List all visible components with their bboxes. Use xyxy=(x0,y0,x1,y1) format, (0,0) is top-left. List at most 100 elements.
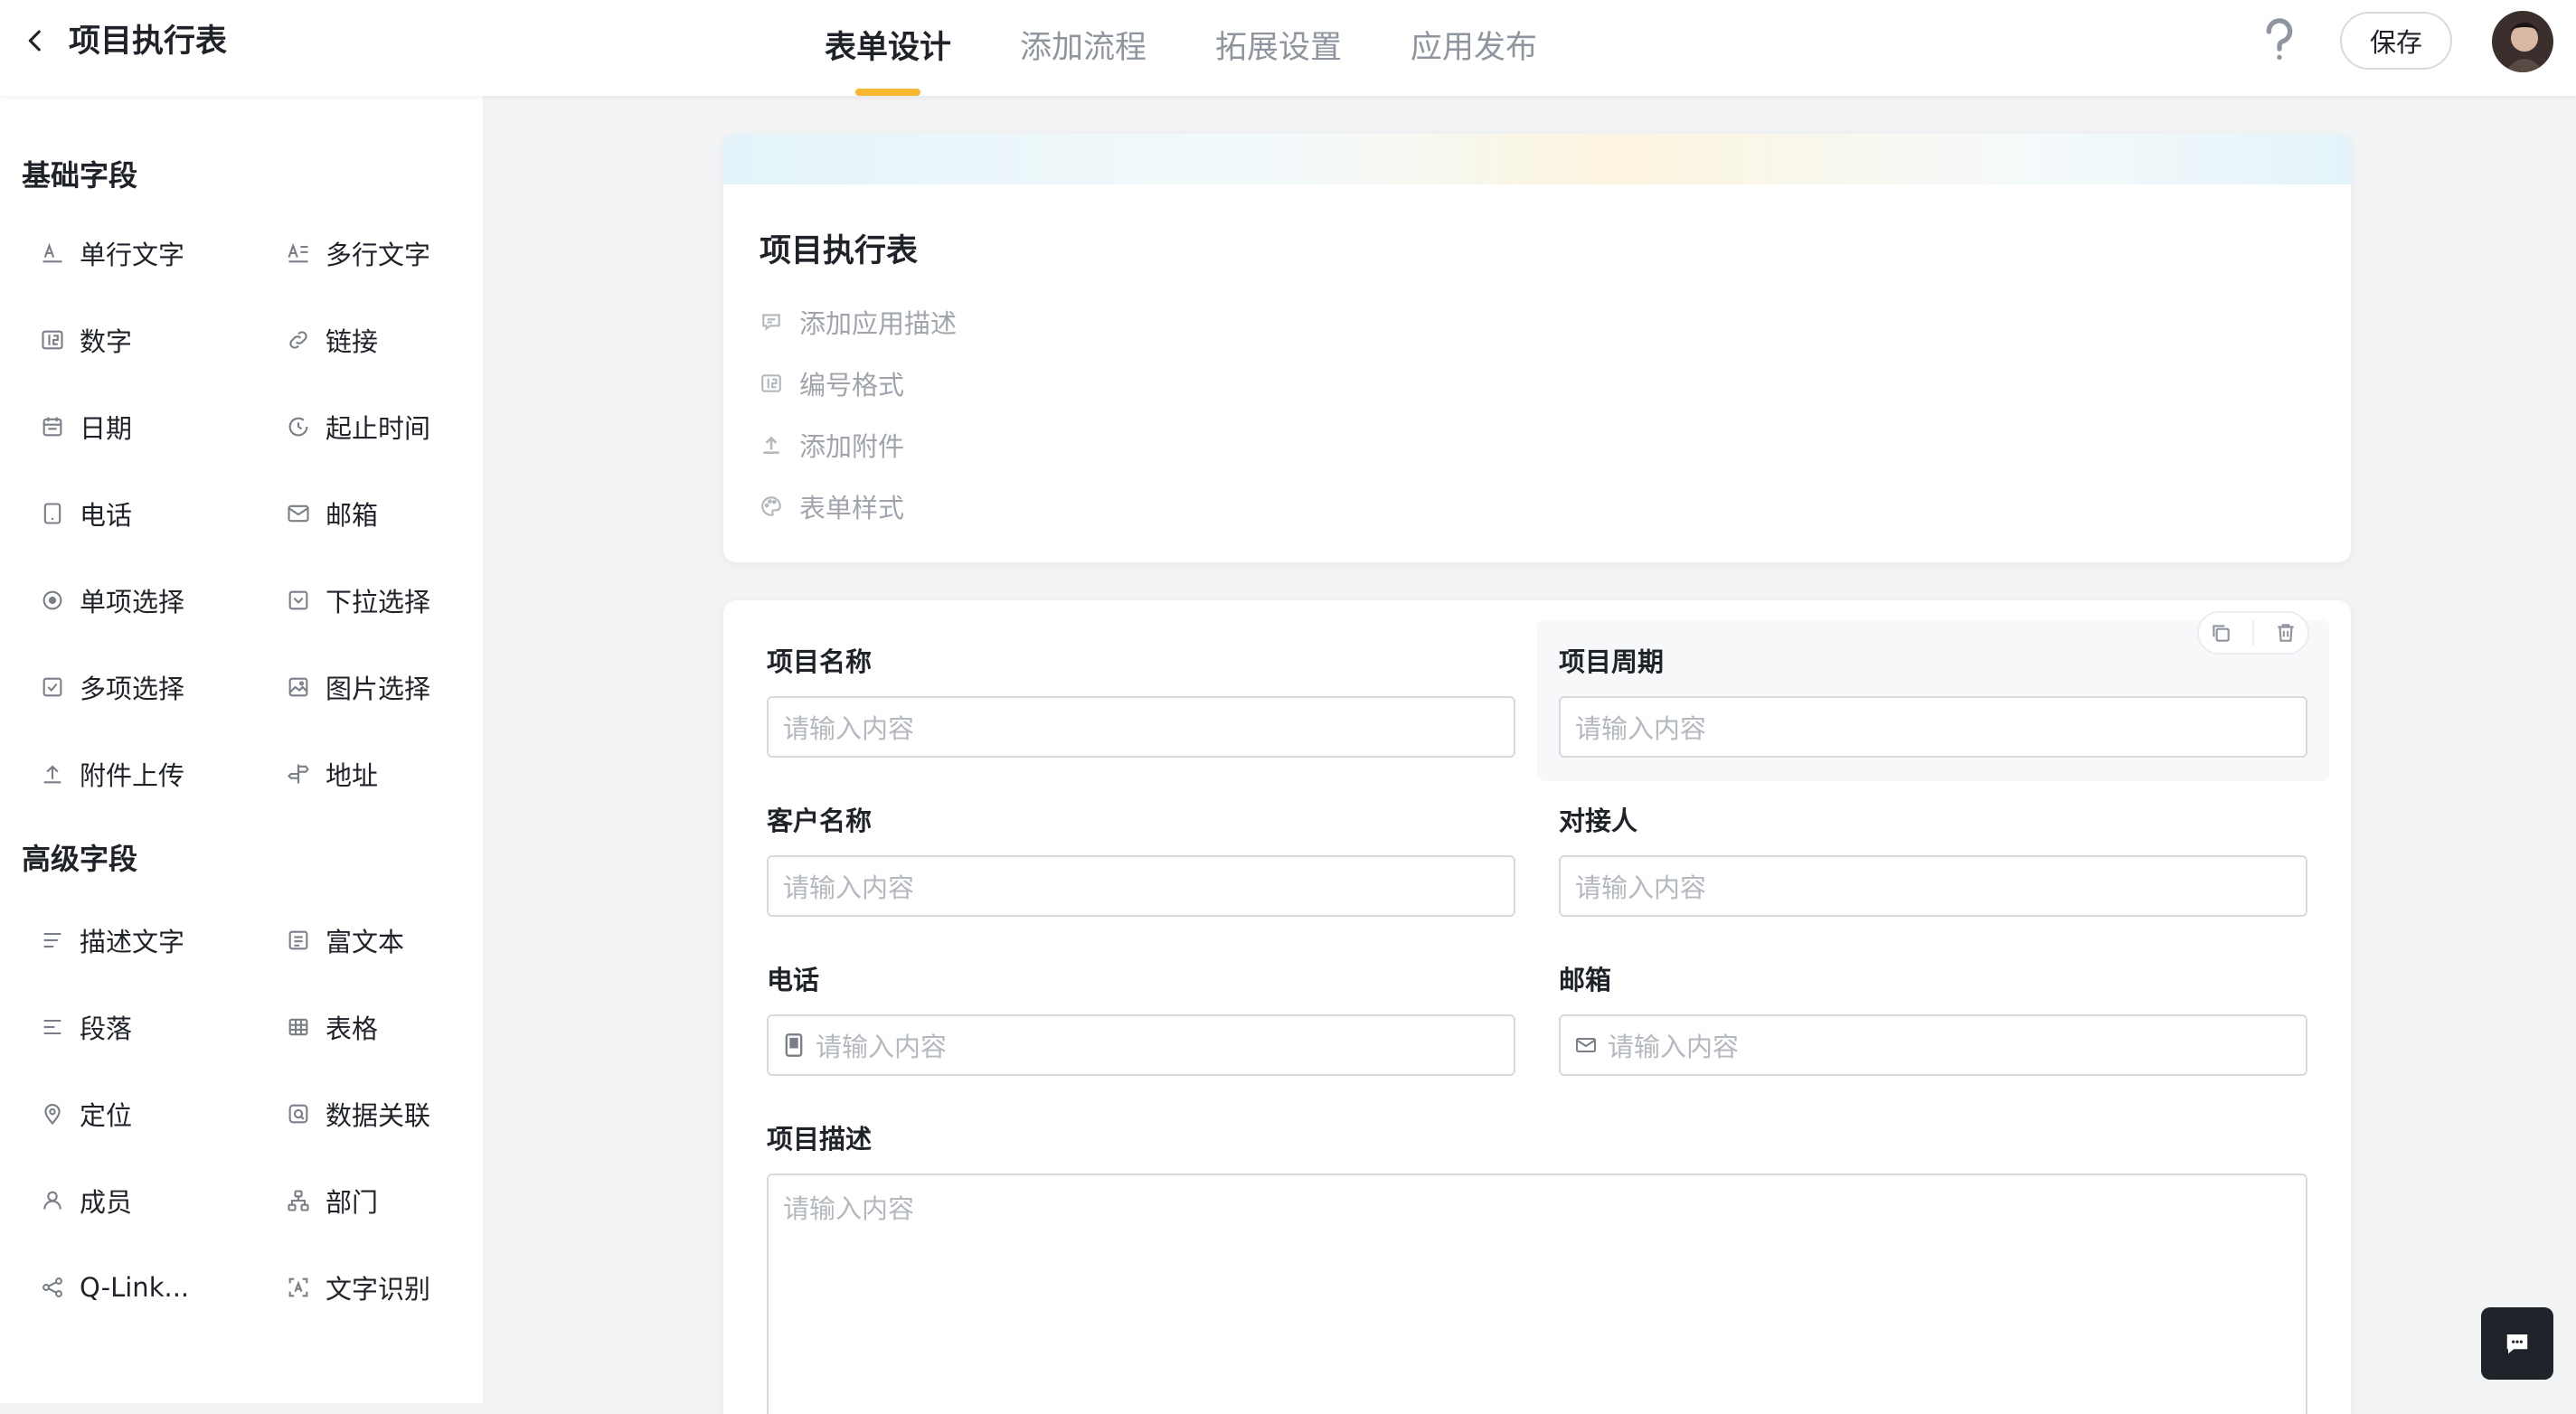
image-icon xyxy=(288,677,308,697)
signpost-icon xyxy=(288,764,309,784)
tab-add-process[interactable]: 添加流程 xyxy=(1020,0,1146,96)
field-image-choice[interactable]: 图片选择 xyxy=(286,660,430,714)
field-label-project-name: 项目名称 xyxy=(767,646,873,677)
copy-icon[interactable] xyxy=(2209,621,2232,645)
mail-icon xyxy=(1576,1038,1596,1052)
field-single-choice[interactable]: 单项选择 xyxy=(40,573,184,627)
field-label: 附件上传 xyxy=(80,760,185,791)
field-q-link[interactable]: Q-Link... xyxy=(40,1260,189,1315)
data-link-icon xyxy=(288,1104,308,1124)
field-label: 多行文字 xyxy=(326,240,431,270)
trash-icon[interactable] xyxy=(2274,621,2298,645)
meta-label: 编号格式 xyxy=(799,370,905,401)
form-style[interactable]: 表单样式 xyxy=(760,488,904,524)
field-label: 单行文字 xyxy=(80,240,185,270)
field-label: 单项选择 xyxy=(80,587,185,617)
tab-label: 拓展设置 xyxy=(1215,30,1343,66)
field-time-range[interactable]: 起止时间 xyxy=(286,400,430,454)
field-link[interactable]: 链接 xyxy=(286,313,378,367)
email-input[interactable]: 请输入内容 xyxy=(1559,1014,2307,1076)
input-placeholder: 请输入内容 xyxy=(783,872,915,903)
field-number[interactable]: 数字 xyxy=(40,313,132,367)
form-header-card: 项目执行表 添加应用描述 编号格式 添加附件 表单样式 xyxy=(723,134,2351,562)
field-address[interactable]: 地址 xyxy=(286,747,378,801)
input-placeholder: 请输入内容 xyxy=(1575,713,1707,744)
dropdown-icon xyxy=(288,590,308,610)
tab-bar: 表单设计 添加流程 拓展设置 应用发布 xyxy=(825,0,1606,96)
field-ocr[interactable]: 文字识别 xyxy=(286,1260,430,1315)
comment-icon xyxy=(762,314,780,331)
field-member[interactable]: 成员 xyxy=(40,1174,132,1228)
phone-input[interactable]: 请输入内容 xyxy=(767,1014,1515,1076)
upload-icon xyxy=(763,436,779,454)
field-label: 图片选择 xyxy=(326,674,431,704)
question-mark-icon[interactable] xyxy=(2264,18,2295,63)
field-label: 起止时间 xyxy=(326,413,431,444)
field-email[interactable]: 邮箱 xyxy=(286,486,378,541)
header-banner xyxy=(723,134,2351,184)
add-attachment[interactable]: 添加附件 xyxy=(760,427,904,463)
back-arrow-icon[interactable] xyxy=(20,25,51,56)
field-label: 段落 xyxy=(80,1013,133,1044)
field-department[interactable]: 部门 xyxy=(286,1174,378,1228)
phone-icon xyxy=(43,503,61,524)
field-paragraph[interactable]: 段落 xyxy=(40,1000,132,1054)
field-label: 数字 xyxy=(80,326,133,357)
avatar[interactable] xyxy=(2492,11,2553,72)
number-format[interactable]: 编号格式 xyxy=(760,365,904,401)
customer-name-input[interactable]: 请输入内容 xyxy=(767,855,1515,917)
link-icon xyxy=(289,331,307,349)
field-location[interactable]: 定位 xyxy=(40,1087,132,1141)
department-icon xyxy=(288,1190,309,1211)
field-label-project-description: 项目描述 xyxy=(767,1124,873,1155)
field-multi-choice[interactable]: 多项选择 xyxy=(40,660,184,714)
add-app-description[interactable]: 添加应用描述 xyxy=(760,304,957,340)
field-label-customer-name: 客户名称 xyxy=(767,806,873,836)
tab-app-publish[interactable]: 应用发布 xyxy=(1411,0,1537,96)
tab-label: 应用发布 xyxy=(1411,30,1538,66)
input-placeholder: 请输入内容 xyxy=(783,713,915,744)
section-title-basic: 基础字段 xyxy=(22,158,138,193)
field-rich-text[interactable]: 富文本 xyxy=(286,913,404,967)
meta-label: 添加附件 xyxy=(799,431,905,462)
contact-person-input[interactable]: 请输入内容 xyxy=(1559,855,2307,917)
project-period-input[interactable]: 请输入内容 xyxy=(1559,696,2307,758)
field-label: Q-Link... xyxy=(80,1272,190,1303)
form-body-card: 项目名称 请输入内容 项目周期 请输入内容 客户名称 请输入内容 对接人 请输入… xyxy=(723,600,2351,1414)
input-placeholder: 请输入内容 xyxy=(816,1032,948,1062)
field-single-line-text[interactable]: 单行文字 xyxy=(40,226,184,280)
save-button[interactable]: 保存 xyxy=(2340,12,2452,70)
location-pin-icon xyxy=(44,1104,61,1126)
field-data-link[interactable]: 数据关联 xyxy=(286,1087,430,1141)
field-phone[interactable]: 电话 xyxy=(40,486,132,541)
field-dropdown[interactable]: 下拉选择 xyxy=(286,573,430,627)
field-label-contact-person: 对接人 xyxy=(1559,806,1638,836)
field-toolbar xyxy=(2197,611,2309,655)
field-label: 成员 xyxy=(80,1187,133,1218)
project-name-input[interactable]: 请输入内容 xyxy=(767,696,1515,758)
tab-extension-settings[interactable]: 拓展设置 xyxy=(1215,0,1342,96)
mail-icon xyxy=(288,504,309,523)
chat-button[interactable] xyxy=(2481,1307,2553,1380)
form-title[interactable]: 项目执行表 xyxy=(760,231,918,271)
input-placeholder: 请输入内容 xyxy=(1575,872,1707,903)
field-attachment-upload[interactable]: 附件上传 xyxy=(40,747,184,801)
rich-text-icon xyxy=(288,930,308,950)
field-date[interactable]: 日期 xyxy=(40,400,132,454)
field-description-text[interactable]: 描述文字 xyxy=(40,913,184,967)
field-label-project-period: 项目周期 xyxy=(1559,646,1665,677)
tab-form-design[interactable]: 表单设计 xyxy=(825,0,951,96)
project-description-textarea[interactable]: 请输入内容 xyxy=(767,1174,2307,1414)
time-range-icon xyxy=(288,417,308,437)
field-label: 文字识别 xyxy=(326,1274,431,1305)
description-icon xyxy=(43,932,61,948)
field-multi-line-text[interactable]: 多行文字 xyxy=(286,226,430,280)
phone-icon xyxy=(785,1033,803,1057)
field-label: 富文本 xyxy=(326,927,405,957)
meta-label: 添加应用描述 xyxy=(799,308,958,339)
app-title: 项目执行表 xyxy=(69,24,228,60)
field-label: 地址 xyxy=(326,760,379,791)
field-label: 描述文字 xyxy=(80,927,185,957)
field-table[interactable]: 表格 xyxy=(286,1000,378,1054)
field-label: 电话 xyxy=(80,500,133,531)
